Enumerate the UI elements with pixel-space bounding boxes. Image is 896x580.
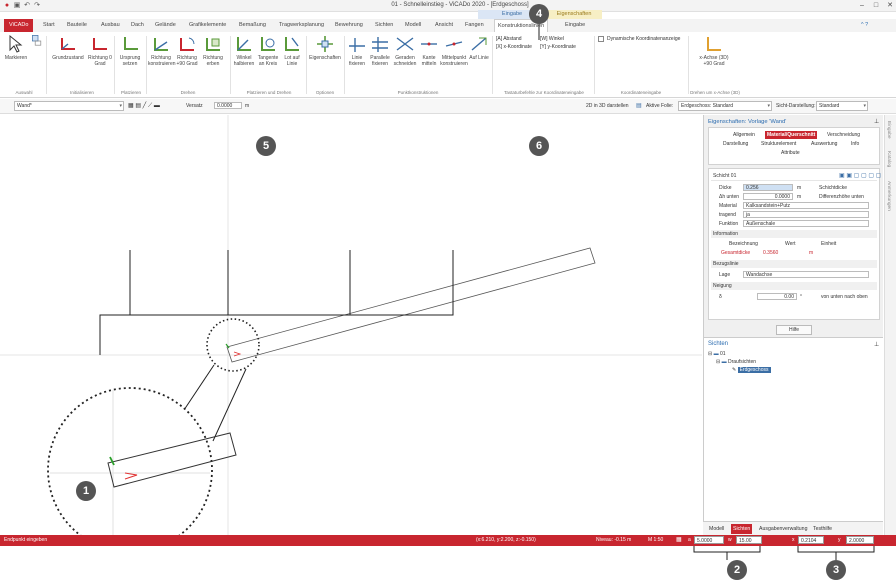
schicht-label: Schicht 01: [713, 173, 737, 179]
neigung-title: Neigung: [713, 283, 732, 289]
dh-unten-note: Differenzhöhe unten: [819, 194, 864, 200]
callout-5-bracket: [99, 250, 454, 355]
plan-icon: ✎: [732, 367, 737, 373]
lage-select[interactable]: Wandachse: [743, 271, 869, 278]
dicke-input[interactable]: 0.256: [743, 184, 793, 191]
neigung-unit: °: [800, 294, 802, 300]
tree-draufsichten[interactable]: ⊟ ▬ Draufsichten: [716, 359, 756, 365]
tab-auswertung[interactable]: Auswertung: [811, 141, 837, 147]
bezugslinie-header[interactable]: Bezugslinie: [711, 260, 877, 268]
btab-testhilfe[interactable]: Testhilfe: [811, 524, 834, 534]
tree-erdgeschoss[interactable]: ✎ Erdgeschoss: [732, 367, 771, 373]
tab-info[interactable]: Info: [851, 141, 859, 147]
zoom-detail-circle: [47, 387, 213, 535]
info-header-bezeichnung: Bezeichnung: [729, 241, 758, 247]
x-label: x: [792, 537, 795, 543]
w-input[interactable]: 15.00: [736, 536, 762, 544]
folder-icon: ▬: [713, 351, 719, 357]
status-massstab[interactable]: M 1:50: [648, 537, 663, 543]
dh-unten-input[interactable]: 0.0000: [743, 193, 793, 200]
bezugslinie-title: Bezugslinie: [713, 261, 739, 267]
material-label: Material: [719, 203, 737, 209]
sichten-panel: Sichten ⊥ ⊟ ▬ 01 ⊟ ▬ Draufsichten ✎ Erdg…: [704, 337, 883, 521]
dicke-note: Schichtdicke: [819, 185, 848, 191]
x-input[interactable]: 0.2104: [798, 536, 824, 544]
tab-darstellung[interactable]: Darstellung: [723, 141, 748, 147]
properties-panel: Eigenschaften: Vorlage 'Wand' ⊥ Allgemei…: [703, 115, 883, 535]
callout-3-bracket: [797, 546, 875, 553]
callout-top-lines: [538, 24, 540, 40]
dh-unten-unit: m: [797, 194, 802, 200]
tragend-select[interactable]: ja: [743, 211, 869, 218]
information-header[interactable]: Information: [711, 230, 877, 238]
grid-icon[interactable]: ▦: [676, 536, 682, 543]
canvas-drawing: [0, 115, 702, 535]
btab-modell[interactable]: Modell: [707, 524, 726, 534]
info-gesamtdicke-label: Gesamtdicke: [721, 250, 751, 256]
callout-badge-6: 6: [529, 136, 549, 156]
neigung-header[interactable]: Neigung: [711, 282, 877, 290]
a-input[interactable]: 5.0000: [694, 536, 724, 544]
info-header-wert: Wert: [785, 241, 796, 247]
neigung-label: δ: [719, 294, 722, 300]
dicke-unit: m: [797, 185, 802, 191]
dh-unten-label: Δh unten: [719, 194, 740, 200]
a-label: a: [688, 537, 691, 543]
property-content: Schicht 01 ▣ ▣ ▢ ▢ ▢ ▢ Dicke 0.256 m Sch…: [708, 168, 881, 320]
sidetab-katalog[interactable]: Katalog: [886, 151, 891, 167]
info-gesamtdicke-unit: m: [809, 250, 814, 256]
callout-badge-4: 4: [529, 4, 549, 24]
zoom-connector: [212, 368, 247, 442]
callout-badge-1: 1: [76, 481, 96, 501]
bottom-tabs: Modell Sichten Ausgabenverwaltung Testhi…: [703, 521, 883, 535]
callout-2-bracket: [693, 546, 761, 553]
funktion-select[interactable]: Außenschale: [743, 220, 869, 227]
status-prompt: Endpunkt eingeben: [4, 537, 48, 543]
divider: [711, 180, 877, 181]
callout-badge-5: 5: [256, 136, 276, 156]
folder-icon: ▬: [721, 359, 727, 365]
wall-outline: [226, 247, 596, 363]
y-label: y: [838, 537, 841, 543]
y-input[interactable]: 2.0000: [846, 536, 874, 544]
dicke-label: Dicke: [719, 185, 732, 191]
info-header-einheit: Einheit: [821, 241, 837, 247]
lage-label: Lage: [719, 272, 731, 278]
neigung-note: von unten nach oben: [821, 294, 868, 300]
sidetab-anmerkungen[interactable]: Anmerkungen: [886, 181, 891, 211]
btab-sichten[interactable]: Sichten: [731, 524, 753, 534]
material-select[interactable]: Kalksandstein+Putz: [743, 202, 869, 209]
side-tabs: Eingabe Katalog Anmerkungen: [884, 115, 896, 535]
w-label: w: [728, 537, 732, 543]
info-gesamtdicke-value: 0.3560: [763, 250, 779, 256]
hilfe-button[interactable]: Hilfe: [776, 325, 812, 335]
drawing-canvas[interactable]: [0, 115, 702, 535]
layer-toolbar-icons[interactable]: ▣ ▣ ▢ ▢ ▢ ▢: [839, 172, 881, 179]
callout-badge-3: 3: [826, 560, 846, 580]
tab-attribute[interactable]: Attribute: [781, 150, 800, 156]
tragend-label: tragend: [719, 212, 736, 218]
tree-root[interactable]: ⊟ ▬ 01: [708, 351, 726, 357]
callout-badge-2: 2: [727, 560, 747, 580]
status-coordinates: (x:6.210, y:2.200, z:-0.150): [476, 537, 536, 543]
funktion-label: Funktion: [719, 221, 739, 227]
callout-brackets: [693, 546, 875, 560]
pin-icon[interactable]: ⊥: [874, 341, 879, 348]
tab-strukturelement[interactable]: Strukturelement: [761, 141, 796, 147]
btab-ausgabenverwaltung[interactable]: Ausgabenverwaltung: [757, 524, 809, 534]
status-bar: Endpunkt eingeben (x:6.210, y:2.200, z:-…: [0, 535, 896, 546]
sichten-title: Sichten: [708, 341, 729, 347]
information-title: Information: [713, 231, 739, 237]
neigung-input[interactable]: 0.00: [757, 293, 797, 300]
status-niveau: Niveau: -0.15 m: [596, 537, 632, 543]
